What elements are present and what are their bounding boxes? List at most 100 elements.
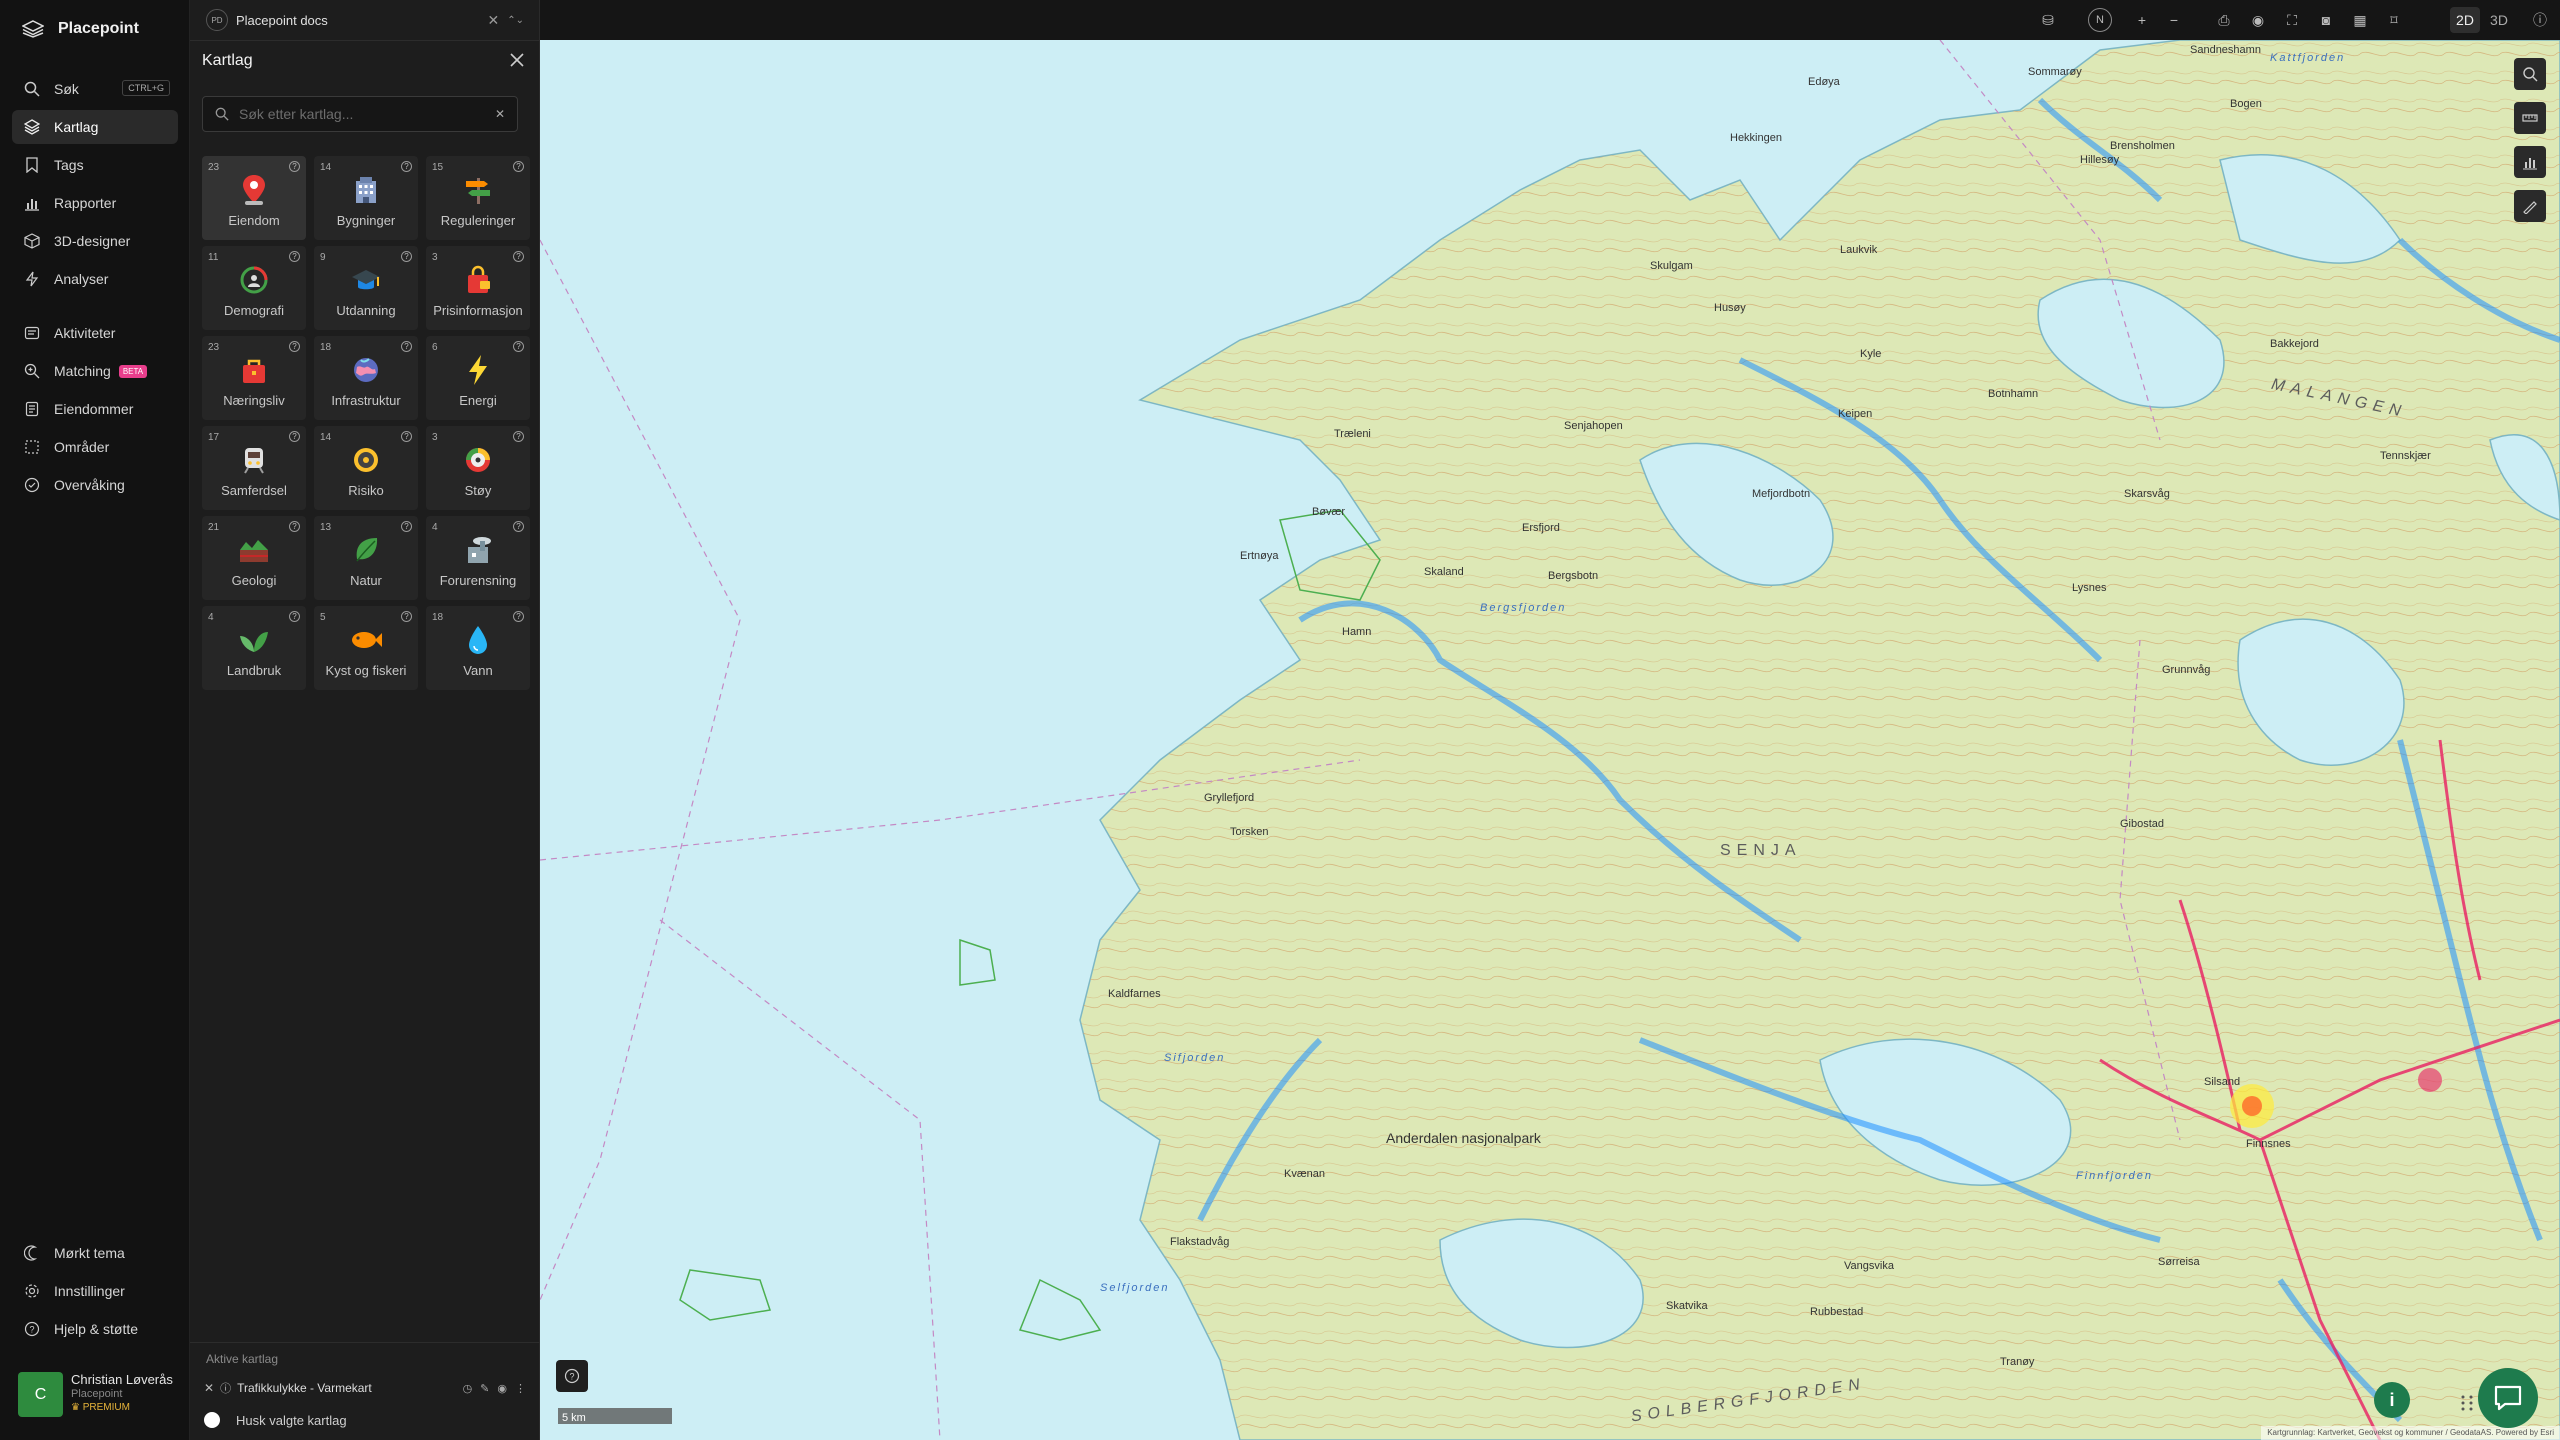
clock-icon[interactable]: ◷ <box>463 1382 473 1395</box>
info-icon[interactable]: ? <box>513 161 524 172</box>
layer-tile-infrastructure[interactable]: 18 ? Infrastruktur <box>314 336 418 420</box>
eye-icon[interactable]: ◉ <box>497 1382 507 1395</box>
layer-tile-energy[interactable]: 6 ? Energi <box>426 336 530 420</box>
remove-layer-icon[interactable]: ✕ <box>204 1381 214 1395</box>
geology-icon <box>237 533 271 567</box>
layer-tile-geology[interactable]: 21 ? Geologi <box>202 516 306 600</box>
layer-tile-property[interactable]: 23 ? Eiendom <box>202 156 306 240</box>
layer-tile-coast-fishery[interactable]: 5 ? Kyst og fiskeri <box>314 606 418 690</box>
layer-tile-risk[interactable]: 14 ? Risiko <box>314 426 418 510</box>
nav-item-3d-designer[interactable]: 3D-designer <box>12 224 178 258</box>
close-icon[interactable] <box>507 50 527 70</box>
close-icon[interactable]: ✕ <box>488 12 500 29</box>
edit-icon[interactable]: ✎ <box>480 1382 489 1395</box>
view-3d-button[interactable]: 3D <box>2484 7 2514 33</box>
info-icon[interactable]: ? <box>289 431 300 442</box>
layer-count: 11 <box>208 252 219 263</box>
nav-item-layers[interactable]: Kartlag <box>12 110 178 144</box>
compass-button[interactable]: N <box>2088 8 2112 32</box>
info-icon[interactable]: ? <box>289 611 300 622</box>
layer-tile-pollution[interactable]: 4 ? Forurensning <box>426 516 530 600</box>
info-icon[interactable]: ? <box>401 611 412 622</box>
info-icon[interactable]: ? <box>289 161 300 172</box>
remember-layers-toggle[interactable]: Husk valgte kartlag <box>204 1412 347 1428</box>
layer-tile-regulations[interactable]: 15 ? Reguleringer <box>426 156 530 240</box>
nav-item-monitoring[interactable]: Overvåking <box>12 468 178 502</box>
layer-count: 4 <box>432 522 438 533</box>
nav-item-activities[interactable]: Aktiviteter <box>12 316 178 350</box>
map-label: Hekkingen <box>1730 132 1782 144</box>
nav-item-reports[interactable]: Rapporter <box>12 186 178 220</box>
nav-item-tags[interactable]: Tags <box>12 148 178 182</box>
app-logo[interactable]: Placepoint <box>22 20 139 38</box>
map-tool-draw[interactable] <box>2514 190 2546 222</box>
info-icon[interactable]: ? <box>401 161 412 172</box>
layer-tile-label: Energi <box>459 393 497 408</box>
zoom-out-icon[interactable]: − <box>2162 8 2186 32</box>
drag-handle-icon[interactable] <box>2460 1394 2474 1412</box>
layer-tile-noise[interactable]: 3 ? Støy <box>426 426 530 510</box>
print-icon[interactable]: ⎙ <box>2212 8 2236 32</box>
layer-tile-price-info[interactable]: 3 ? Prisinformasjon <box>426 246 530 330</box>
layer-search-input[interactable] <box>239 106 485 122</box>
info-icon[interactable]: ? <box>401 521 412 532</box>
toggle-knob[interactable] <box>204 1412 220 1428</box>
more-icon[interactable]: ⋮ <box>515 1382 526 1395</box>
nav-item-properties[interactable]: Eiendommer <box>12 392 178 426</box>
map-info-button[interactable]: i <box>2374 1382 2410 1418</box>
info-icon[interactable]: ? <box>401 341 412 352</box>
layer-tile-label: Risiko <box>348 483 384 498</box>
nav-item-search[interactable]: Søk CTRL+G <box>12 72 178 106</box>
clear-icon[interactable]: ✕ <box>495 107 505 121</box>
info-icon[interactable]: ? <box>401 431 412 442</box>
nav-item-dark-theme[interactable]: Mørkt tema <box>12 1236 178 1270</box>
layer-search: ✕ <box>202 96 518 132</box>
user-name: Christian Løverås <box>71 1372 173 1387</box>
nav-item-help[interactable]: ? Hjelp & støtte <box>12 1312 178 1346</box>
info-icon[interactable]: ? <box>513 521 524 532</box>
layer-tile-demography[interactable]: 11 ? Demografi <box>202 246 306 330</box>
bookmark-icon[interactable]: ⌑ <box>2382 8 2406 32</box>
fullscreen-icon[interactable]: ⛶ <box>2280 8 2304 32</box>
grid-icon[interactable]: ▦ <box>2348 8 2372 32</box>
gear-icon <box>25 1284 39 1298</box>
nav-item-areas[interactable]: Områder <box>12 430 178 464</box>
layer-tile-water[interactable]: 18 ? Vann <box>426 606 530 690</box>
info-icon[interactable]: ? <box>289 341 300 352</box>
map-label: Anderdalen nasjonalpark <box>1386 1130 1541 1146</box>
info-icon[interactable]: ? <box>513 431 524 442</box>
layer-tile-nature[interactable]: 13 ? Natur <box>314 516 418 600</box>
map-tool-measure[interactable] <box>2514 102 2546 134</box>
info-icon[interactable]: ? <box>289 521 300 532</box>
zoom-in-icon[interactable]: + <box>2130 8 2154 32</box>
info-icon[interactable]: ⓘ <box>2528 8 2552 32</box>
layer-tile-education[interactable]: 9 ? Utdanning <box>314 246 418 330</box>
layers-stack-icon[interactable]: ⛁ <box>2036 8 2060 32</box>
nav-item-matching[interactable]: Matching BETA <box>12 354 178 388</box>
chat-button[interactable] <box>2478 1368 2538 1428</box>
eye-icon[interactable]: ◉ <box>2246 8 2270 32</box>
layer-tile-agriculture[interactable]: 4 ? Landbruk <box>202 606 306 690</box>
map-help-button[interactable]: ? <box>556 1360 588 1392</box>
chevron-updown-icon[interactable]: ⌃⌄ <box>507 15 524 26</box>
nav-item-analyses[interactable]: Analyser <box>12 262 178 296</box>
info-icon[interactable]: ? <box>401 251 412 262</box>
map-canvas[interactable]: Sommarøy Sandneshamn Kattfjorden Edøya H… <box>540 40 2560 1440</box>
layer-tile-transport[interactable]: 17 ? Samferdsel <box>202 426 306 510</box>
document-selector[interactable]: PD Placepoint docs ✕ ⌃⌄ <box>206 8 524 32</box>
camera-icon[interactable]: ◙ <box>2314 8 2338 32</box>
graduation-cap-icon <box>349 263 383 297</box>
map-tool-chart[interactable] <box>2514 146 2546 178</box>
info-icon[interactable]: ? <box>513 251 524 262</box>
nav-item-settings[interactable]: Innstillinger <box>12 1274 178 1308</box>
layer-tile-business[interactable]: 23 ? Næringsliv <box>202 336 306 420</box>
info-icon[interactable]: ? <box>289 251 300 262</box>
info-icon[interactable]: ? <box>513 341 524 352</box>
info-icon[interactable]: ⓘ <box>220 1380 231 1396</box>
layer-tile-buildings[interactable]: 14 ? Bygninger <box>314 156 418 240</box>
view-2d-button[interactable]: 2D <box>2450 7 2480 33</box>
map-tool-search[interactable] <box>2514 58 2546 90</box>
user-profile[interactable]: C Christian Løverås Placepoint ♛ PREMIUM <box>18 1372 180 1418</box>
info-icon[interactable]: ? <box>513 611 524 622</box>
map-label: Kaldfarnes <box>1108 988 1161 1000</box>
